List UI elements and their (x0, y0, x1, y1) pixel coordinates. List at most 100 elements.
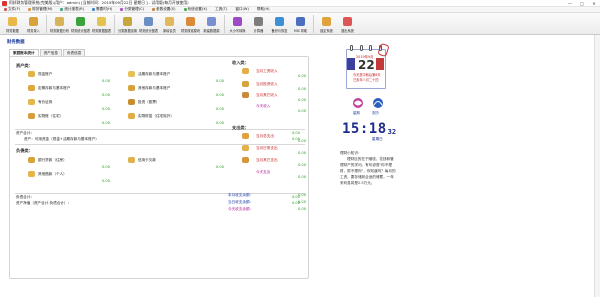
liability-value: 0.00 (215, 165, 224, 169)
menu-window[interactable]: 窗口(W) (231, 7, 253, 12)
asset-value: 0.00 (215, 107, 224, 111)
asset-item[interactable]: 有价证券 (28, 99, 52, 105)
tool-help[interactable]: MIS 帮助 (290, 14, 311, 34)
check-icon (76, 17, 85, 26)
calendar-accent-left (347, 58, 355, 70)
daily-expense-icon (242, 145, 249, 151)
asset-value: 0.00 (215, 93, 224, 97)
menu-finance[interactable]: 财务管理(M) (24, 7, 56, 12)
expense-item[interactable] (242, 157, 252, 163)
tool-finance-data[interactable]: 财务数据 (2, 14, 23, 34)
income-value: 0.00 (297, 98, 306, 102)
asset-item[interactable]: 投资（股票） (128, 99, 160, 105)
income-label: 当月投资收入 (256, 82, 278, 86)
tool-new-member[interactable]: 新增会员 (159, 14, 180, 34)
liability-item[interactable]: 信用卡欠款 (128, 157, 156, 163)
securities-icon (28, 99, 35, 105)
expense-item[interactable] (242, 145, 252, 151)
ledger-panel: 资产类： 现金账户 0.00 活期存款与基本账户 0.00 定期存款与基本账户 … (9, 56, 309, 279)
tool-backup[interactable]: 备份与恢复 (269, 14, 290, 34)
tips-body: 理财目的在于赚钱、花钱和管理财产的学问。有句谚语"你不理财，财不理你"，你知道吗… (340, 157, 396, 185)
tool-case-convert[interactable]: 大小写转换 (227, 14, 248, 34)
expense-icon (242, 133, 249, 139)
tool-audit[interactable]: 财务核准模块 (180, 14, 201, 34)
tool-new-source[interactable]: 新建数据源 (201, 14, 222, 34)
money-bag-icon (123, 17, 132, 26)
tool-calculator[interactable]: 计算器 (248, 14, 269, 34)
asset-item[interactable]: 实物账（住宅） (28, 113, 63, 119)
menu-params[interactable]: 参数设置(S) (148, 7, 179, 12)
deposit-icon (128, 71, 135, 77)
liability-item[interactable]: 其他借款（个人） (28, 171, 67, 177)
tool-finance-entry[interactable]: 财务录入 (23, 14, 44, 34)
tool-exit[interactable]: 退出系统 (337, 14, 358, 34)
networth-label: 资产净值（资产合计-负债合计）： (16, 201, 72, 205)
expense-value: 0.00 (297, 175, 306, 179)
tool-lock[interactable]: 锁定系统 (316, 14, 337, 34)
calendar-rings (350, 45, 382, 51)
vertical-scrollbar[interactable] (594, 35, 600, 297)
today-balance-label: 今天收支余额： (228, 207, 254, 211)
income-value: 0.00 (297, 74, 306, 78)
income-label: 当月工资收入 (256, 69, 278, 73)
assets-net-label: 资产：可用资金（现金+活期存款与基本账户） (24, 137, 99, 141)
asset-item[interactable]: 实物财富（住宅除外） (128, 113, 174, 119)
tool-analysis[interactable]: 财务数据分析 (49, 14, 70, 34)
help-icon (296, 17, 305, 26)
maximize-button[interactable]: □ (576, 0, 588, 7)
menu-category[interactable]: 分类管理(C) (116, 7, 148, 12)
stamp-icon (186, 17, 195, 26)
expense-label: 今天支出 (256, 170, 271, 174)
cash-icon (28, 71, 35, 77)
menu-help[interactable]: 帮助(H) (253, 7, 274, 12)
tool-data-chart[interactable]: 财务数据图表 (91, 14, 112, 34)
menu-need[interactable]: 需要时(H) (88, 7, 116, 12)
menu-tools[interactable]: 工具(T) (211, 7, 231, 12)
liability-item[interactable]: 银行贷款（住房） (28, 157, 67, 163)
today-balance-value: 0.00 (297, 207, 306, 211)
minimize-button[interactable]: — (564, 0, 576, 7)
calculator-icon (254, 17, 263, 26)
tool-stat-chart-2[interactable]: 财务统计图表 (138, 14, 159, 34)
loan-icon (28, 157, 35, 163)
assets-total-label: 资产合计： (16, 131, 34, 135)
finance-tips: 理财小知识： 理财目的在于赚钱、花钱和管理财产的学问。有句谚语"你不理财，财不理… (340, 150, 396, 186)
income-item[interactable] (242, 92, 252, 98)
close-button[interactable]: ✕ (588, 0, 600, 7)
menu-file[interactable]: 文件(F) (0, 7, 24, 12)
menu-report[interactable]: 统计报表(R) (56, 7, 88, 12)
treasure-icon (128, 113, 135, 119)
other-income-icon (242, 92, 249, 98)
expense-label: 当月总支出 (256, 134, 274, 138)
expense-value: 0.00 (297, 151, 306, 155)
calendar-day: 22 (358, 58, 375, 72)
asset-item[interactable]: 定期存款与基本账户 (28, 85, 70, 91)
divider (15, 144, 305, 145)
other-deposit-icon (128, 85, 135, 91)
convert-icon (233, 17, 242, 26)
chart-icon (97, 17, 106, 26)
income-label: 今天收入 (256, 104, 271, 108)
credit-card-icon (128, 157, 135, 163)
asset-value: 0.00 (101, 121, 110, 125)
tool-stat-chart[interactable]: 财务统计图表 (70, 14, 91, 34)
expense-item[interactable] (242, 133, 252, 139)
income-item[interactable] (242, 68, 252, 74)
zodiac-label: 星期 (353, 111, 360, 115)
menu-system[interactable]: 系统设置(X) (180, 7, 212, 12)
divider (15, 193, 305, 194)
asset-value: 0.00 (101, 93, 110, 97)
other-expense-icon (242, 157, 249, 163)
calendar-widget: 2019年9月 22 今天是中秋后第8天 己亥年八月二十四 (342, 42, 390, 92)
asset-item[interactable]: 活期存款与基本账户 (128, 71, 170, 77)
stock-icon (128, 99, 135, 105)
tool-category[interactable]: 分类数据设置 (117, 14, 138, 34)
day-balance-label: 当日收支余额： (228, 200, 254, 204)
toolbar-divider (46, 15, 47, 33)
month-balance-label: 本月收支余额： (228, 193, 254, 197)
income-label: 当月其它收入 (256, 93, 278, 97)
asset-item[interactable]: 现金账户 (28, 71, 52, 77)
toolbar: 财务数据 财务录入 财务数据分析 财务统计图表 财务数据图表 分类数据设置 财务… (0, 13, 600, 35)
income-item[interactable] (242, 81, 252, 87)
asset-item[interactable]: 其他存款与基本账户 (128, 85, 170, 91)
